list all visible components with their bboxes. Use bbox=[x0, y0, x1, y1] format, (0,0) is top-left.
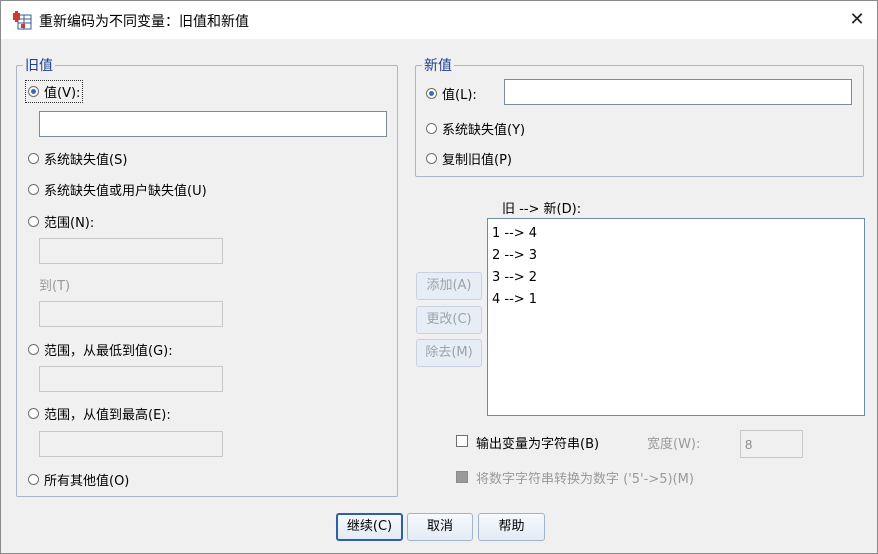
output-string-label: 输出变量为字符串(B) bbox=[476, 437, 600, 452]
add-button[interactable]: 添加(A) bbox=[416, 272, 482, 300]
list-item[interactable]: 2 --> 3 bbox=[492, 245, 860, 267]
new-system-missing-label: 系统缺失值(Y) bbox=[442, 123, 526, 138]
width-label: 宽度(W): bbox=[647, 437, 701, 452]
app-icon bbox=[13, 11, 32, 30]
old-range-lowest-label: 范围，从最低到值(G): bbox=[44, 344, 173, 359]
old-system-missing-label: 系统缺失值(S) bbox=[44, 153, 128, 168]
range-lowest-input[interactable] bbox=[39, 366, 223, 392]
list-item[interactable]: 1 --> 4 bbox=[492, 223, 860, 245]
new-value-radio[interactable]: 值(L): bbox=[426, 84, 477, 103]
range-to-input[interactable] bbox=[39, 301, 223, 327]
new-copy-old-label: 复制旧值(P) bbox=[442, 153, 512, 168]
dialog-window: 重新编码为不同变量：旧值和新值 ✕ 旧值 值(V): 系统缺失值(S) 系统缺失… bbox=[0, 0, 878, 554]
remove-button[interactable]: 除去(M) bbox=[416, 339, 482, 367]
old-system-missing-radio[interactable]: 系统缺失值(S) bbox=[28, 149, 127, 168]
new-value-label: 值(L): bbox=[442, 88, 477, 103]
new-copy-old-radio[interactable]: 复制旧值(P) bbox=[426, 149, 512, 168]
old-range-label: 范围(N): bbox=[44, 216, 95, 231]
radio-icon bbox=[28, 184, 39, 195]
radio-icon bbox=[426, 123, 437, 134]
width-input[interactable] bbox=[740, 430, 803, 458]
radio-selected-icon bbox=[426, 88, 437, 99]
radio-selected-icon bbox=[28, 86, 39, 97]
new-value-legend: 新值 bbox=[424, 58, 452, 74]
old-range-lowest-radio[interactable]: 范围，从最低到值(G): bbox=[28, 340, 173, 359]
radio-icon bbox=[28, 153, 39, 164]
old-system-user-missing-label: 系统缺失值或用户缺失值(U) bbox=[44, 184, 207, 199]
window-title: 重新编码为不同变量：旧值和新值 bbox=[39, 14, 249, 30]
continue-button[interactable]: 继续(C) bbox=[336, 513, 403, 541]
title-bar: 重新编码为不同变量：旧值和新值 ✕ bbox=[1, 1, 877, 39]
new-system-missing-radio[interactable]: 系统缺失值(Y) bbox=[426, 119, 525, 138]
range-from-input[interactable] bbox=[39, 238, 223, 264]
help-button[interactable]: 帮助 bbox=[478, 513, 545, 541]
mapping-list[interactable]: 1 --> 4 2 --> 3 3 --> 2 4 --> 1 bbox=[487, 218, 865, 416]
mapping-list-label: 旧 --> 新(D): bbox=[502, 202, 582, 217]
list-item[interactable]: 4 --> 1 bbox=[492, 289, 860, 311]
cancel-button[interactable]: 取消 bbox=[407, 513, 473, 541]
range-highest-input[interactable] bbox=[39, 431, 223, 457]
old-value-legend: 旧值 bbox=[25, 58, 53, 74]
old-system-user-missing-radio[interactable]: 系统缺失值或用户缺失值(U) bbox=[28, 180, 207, 199]
output-string-checkbox[interactable] bbox=[456, 435, 468, 447]
range-to-label: 到(T) bbox=[39, 279, 71, 294]
old-value-label: 值(V): bbox=[44, 86, 81, 101]
radio-icon bbox=[28, 216, 39, 227]
change-button[interactable]: 更改(C) bbox=[416, 306, 482, 334]
old-range-radio[interactable]: 范围(N): bbox=[28, 212, 94, 231]
list-item[interactable]: 3 --> 2 bbox=[492, 267, 860, 289]
radio-icon bbox=[28, 344, 39, 355]
new-value-input[interactable] bbox=[504, 79, 852, 105]
old-all-other-radio[interactable]: 所有其他值(O) bbox=[28, 470, 129, 489]
close-icon[interactable]: ✕ bbox=[847, 10, 867, 30]
old-all-other-label: 所有其他值(O) bbox=[44, 474, 130, 489]
old-value-input[interactable] bbox=[39, 111, 387, 137]
convert-numeric-label: 将数字字符串转换为数字 ('5'->5)(M) bbox=[476, 472, 694, 487]
old-value-radio[interactable]: 值(V): bbox=[25, 80, 84, 103]
old-range-highest-label: 范围，从值到最高(E): bbox=[44, 408, 171, 423]
radio-icon bbox=[28, 408, 39, 419]
convert-numeric-checkbox[interactable] bbox=[456, 471, 468, 483]
old-range-highest-radio[interactable]: 范围，从值到最高(E): bbox=[28, 404, 171, 423]
radio-icon bbox=[28, 474, 39, 485]
radio-icon bbox=[426, 153, 437, 164]
